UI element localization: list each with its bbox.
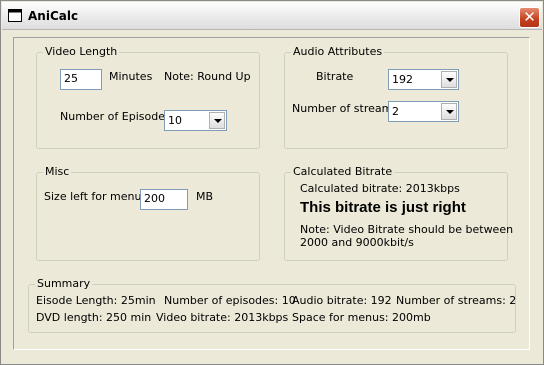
misc-group: Misc xyxy=(36,165,260,261)
summary-audio-bitrate: Audio bitrate: 192 xyxy=(292,294,392,307)
summary-num-episodes: Number of episodes: 10 xyxy=(164,294,296,307)
summary-dvd-length: DVD length: 250 min xyxy=(36,311,152,324)
streams-label: Number of streams xyxy=(292,102,399,115)
episodes-value: 10 xyxy=(168,114,182,127)
audio-bitrate-label: Bitrate xyxy=(316,70,354,83)
audio-bitrate-select[interactable]: 192 xyxy=(388,69,459,90)
title-bar[interactable]: AniCalc ✕ xyxy=(2,2,542,30)
app-window-icon xyxy=(8,9,22,22)
summary-legend: Summary xyxy=(35,277,93,290)
streams-value: 2 xyxy=(392,105,399,118)
bitrate-verdict: This bitrate is just right xyxy=(300,199,466,216)
menu-size-unit: MB xyxy=(196,190,214,203)
summary-group: Summary xyxy=(28,277,516,333)
video-length-legend: Video Length xyxy=(43,45,120,58)
chevron-down-icon[interactable] xyxy=(209,112,225,129)
menu-size-label: Size left for menu xyxy=(44,190,142,203)
summary-video-bitrate: Video bitrate: 2013kbps xyxy=(156,311,289,324)
audio-bitrate-value: 192 xyxy=(392,73,413,86)
round-up-note: Note: Round Up xyxy=(164,70,251,83)
close-button[interactable]: ✕ xyxy=(519,7,540,28)
calculated-bitrate-legend: Calculated Bitrate xyxy=(291,165,395,178)
chevron-down-icon[interactable] xyxy=(441,103,457,120)
audio-attributes-legend: Audio Attributes xyxy=(291,45,385,58)
summary-menu-space: Space for menus: 200mb xyxy=(292,311,431,324)
window-title: AniCalc xyxy=(28,9,79,23)
minutes-label: Minutes xyxy=(109,70,153,83)
app-window: AniCalc ✕ Video Length 25 Minutes Note: … xyxy=(0,0,544,365)
streams-select[interactable]: 2 xyxy=(388,101,459,122)
bitrate-note-line1: Note: Video Bitrate should be between xyxy=(300,223,514,236)
chevron-down-icon[interactable] xyxy=(441,71,457,88)
bitrate-note-line2: 2000 and 9000kbit/s xyxy=(300,236,414,249)
close-icon: ✕ xyxy=(523,8,536,26)
menu-size-input[interactable]: 200 xyxy=(140,189,188,210)
misc-legend: Misc xyxy=(43,165,72,178)
video-length-group: Video Length xyxy=(36,45,260,149)
summary-episode-length: Eisode Length: 25min xyxy=(36,294,156,307)
summary-num-streams: Number of streams: 2 xyxy=(396,294,517,307)
calculated-bitrate-text: Calculated bitrate: 2013kbps xyxy=(300,182,460,195)
episodes-select[interactable]: 10 xyxy=(164,110,227,131)
episodes-label: Number of Episodes xyxy=(60,110,171,123)
minutes-input[interactable]: 25 xyxy=(60,69,102,90)
